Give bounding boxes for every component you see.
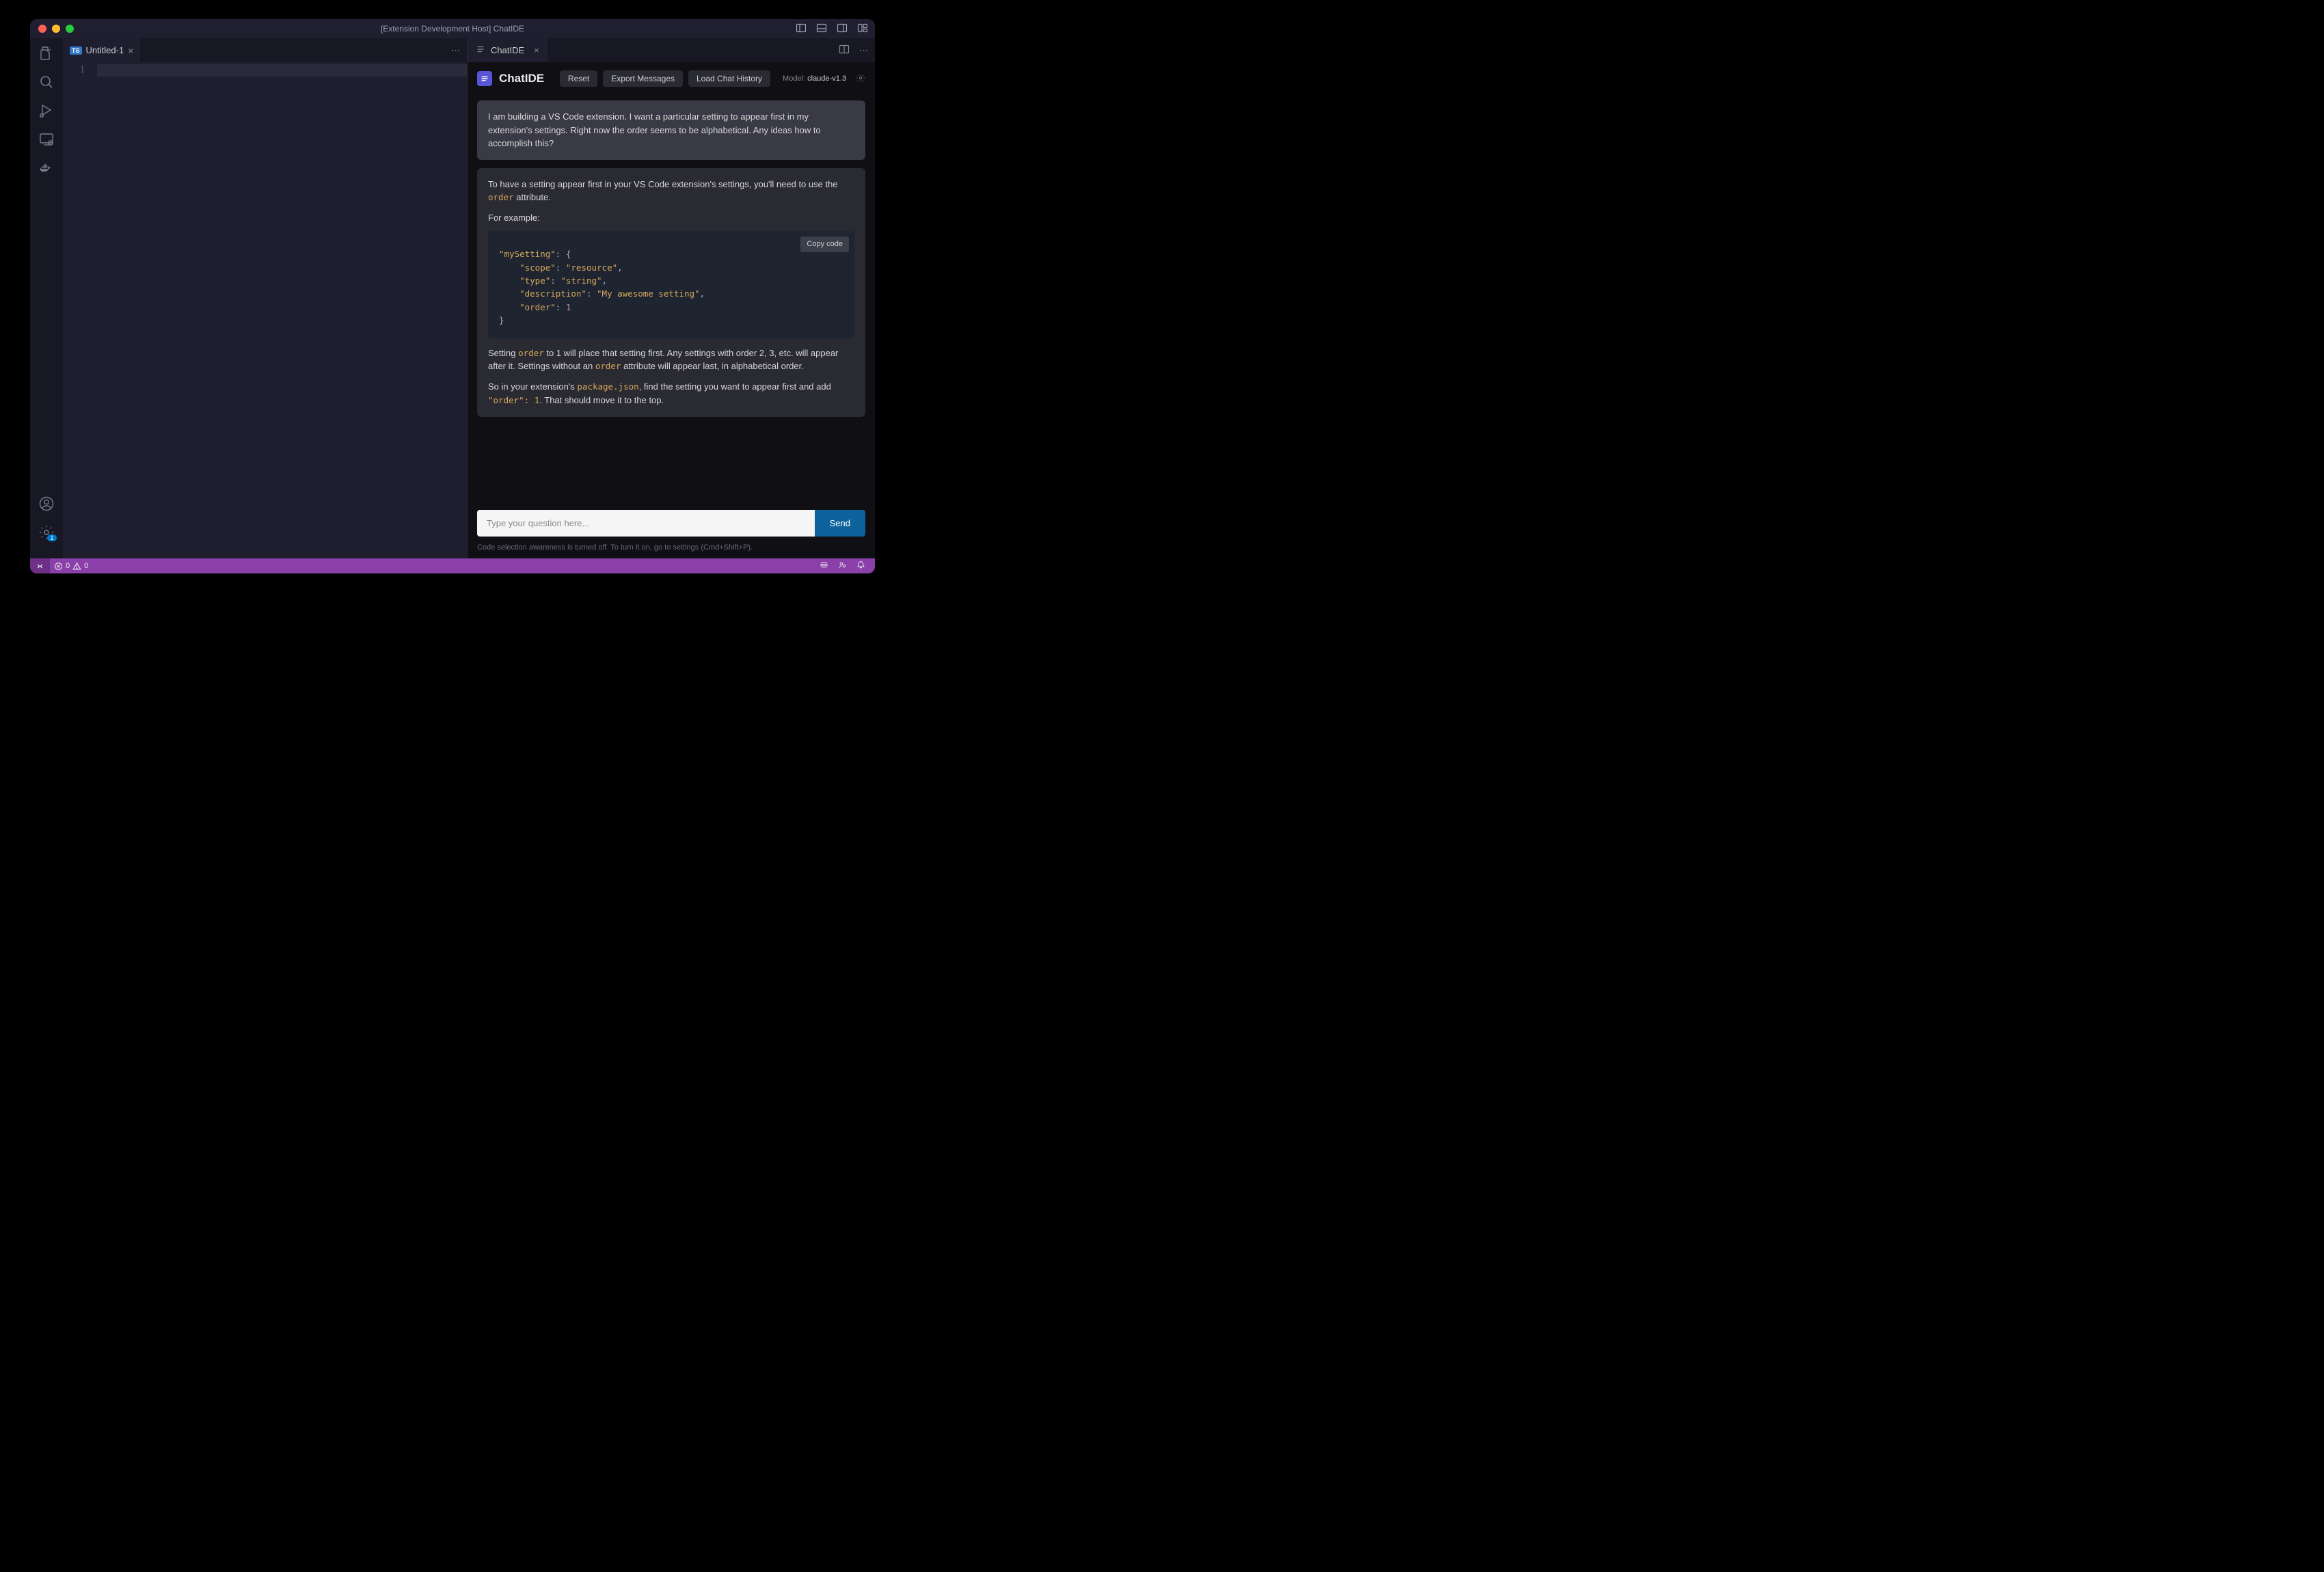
line-number: 1 <box>63 65 85 74</box>
chatide-logo-icon <box>477 71 492 86</box>
model-name: claude-v1.3 <box>807 74 846 83</box>
panel-icon <box>476 44 485 56</box>
layout-controls <box>796 23 868 36</box>
chat-settings-icon[interactable] <box>856 73 865 85</box>
notifications-icon[interactable] <box>856 560 865 571</box>
warning-count: 0 <box>84 562 88 570</box>
inline-code: order <box>595 361 621 371</box>
window-close-icon[interactable] <box>38 25 46 33</box>
problems-status[interactable]: 0 0 <box>50 562 92 571</box>
window-title: [Extension Development Host] ChatIDE <box>30 24 875 33</box>
more-actions-icon[interactable]: ⋯ <box>451 45 460 56</box>
accounts-icon[interactable] <box>38 496 55 512</box>
load-history-button[interactable]: Load Chat History <box>688 70 770 87</box>
remote-explorer-icon[interactable] <box>38 131 55 148</box>
code-content[interactable]: "mySetting": { "scope": "resource", "typ… <box>499 247 843 327</box>
copy-code-button[interactable]: Copy code <box>800 236 849 252</box>
chat-input[interactable] <box>477 510 815 537</box>
tab-title: Untitled-1 <box>86 45 124 55</box>
active-line-highlight <box>97 64 467 77</box>
vscode-window: [Extension Development Host] ChatIDE <box>30 19 875 573</box>
tab-close-icon[interactable]: × <box>128 45 133 56</box>
line-gutter: 1 <box>63 62 97 558</box>
chat-title: ChatIDE <box>499 72 544 85</box>
code-block: Copy code "mySetting": { "scope": "resou… <box>488 231 854 338</box>
more-actions-icon[interactable]: ⋯ <box>859 45 868 56</box>
chat-tab[interactable]: ChatIDE × <box>468 38 548 62</box>
traffic-lights <box>30 25 74 33</box>
chat-header: ChatIDE Reset Export Messages Load Chat … <box>468 62 875 95</box>
inline-code: "order": 1 <box>488 395 539 405</box>
inline-code: order <box>518 348 544 358</box>
editor-tabs: TS Untitled-1 × ⋯ <box>63 38 467 62</box>
explorer-icon[interactable] <box>38 45 55 62</box>
chat-input-row: Send <box>468 503 875 541</box>
run-debug-icon[interactable] <box>38 103 55 119</box>
toggle-panel-icon[interactable] <box>816 23 827 36</box>
user-message: I am building a VS Code extension. I wan… <box>477 100 865 160</box>
copilot-status-icon[interactable] <box>820 560 828 571</box>
customize-layout-icon[interactable] <box>857 23 868 36</box>
search-icon[interactable] <box>38 74 55 90</box>
settings-gear-icon[interactable]: 1 <box>38 524 55 541</box>
model-label: Model: claude-v1.3 <box>783 74 846 83</box>
live-share-icon[interactable] <box>838 560 847 571</box>
code-area[interactable] <box>97 62 467 558</box>
editor-tab-actions[interactable]: ⋯ <box>451 38 467 62</box>
inline-code: package.json <box>577 381 638 392</box>
chat-tab-title: ChatIDE <box>491 45 524 55</box>
titlebar: [Extension Development Host] ChatIDE <box>30 19 875 38</box>
reset-button[interactable]: Reset <box>560 70 597 87</box>
chat-tab-actions: ⋯ <box>839 38 875 62</box>
status-bar-left: 0 0 <box>30 558 92 573</box>
main-area: 1 TS Untitled-1 × ⋯ <box>30 38 875 558</box>
send-button[interactable]: Send <box>815 510 865 537</box>
export-messages-button[interactable]: Export Messages <box>603 70 683 87</box>
language-badge: TS <box>70 46 82 55</box>
window-zoom-icon[interactable] <box>66 25 74 33</box>
editor-body[interactable]: 1 <box>63 62 467 558</box>
error-count: 0 <box>66 562 70 570</box>
status-bar-right <box>820 560 875 571</box>
status-bar: 0 0 <box>30 558 875 573</box>
docker-icon[interactable] <box>38 160 55 176</box>
editor-pane-left: TS Untitled-1 × ⋯ 1 <box>63 38 468 558</box>
inline-code: order <box>488 192 514 202</box>
activity-bar: 1 <box>30 38 63 558</box>
window-minimize-icon[interactable] <box>52 25 60 33</box>
chat-panel: ChatIDE × ⋯ ChatIDE <box>468 38 875 558</box>
editor-tab-untitled[interactable]: TS Untitled-1 × <box>63 38 141 62</box>
split-editor-icon[interactable] <box>839 44 850 57</box>
messages-list: I am building a VS Code extension. I wan… <box>468 95 875 503</box>
chat-content: ChatIDE Reset Export Messages Load Chat … <box>468 62 875 558</box>
remote-indicator[interactable] <box>30 558 50 573</box>
assistant-message: To have a setting appear first in your V… <box>477 168 865 417</box>
chat-tab-close-icon[interactable]: × <box>534 45 539 55</box>
toggle-primary-sidebar-icon[interactable] <box>796 23 807 36</box>
editor-group: TS Untitled-1 × ⋯ 1 <box>63 38 875 558</box>
footer-hint: Code selection awareness is turned off. … <box>468 541 875 558</box>
chat-tabs: ChatIDE × ⋯ <box>468 38 875 62</box>
settings-badge: 1 <box>47 534 56 541</box>
chat-header-buttons: Reset Export Messages Load Chat History … <box>560 70 865 87</box>
toggle-secondary-sidebar-icon[interactable] <box>837 23 848 36</box>
